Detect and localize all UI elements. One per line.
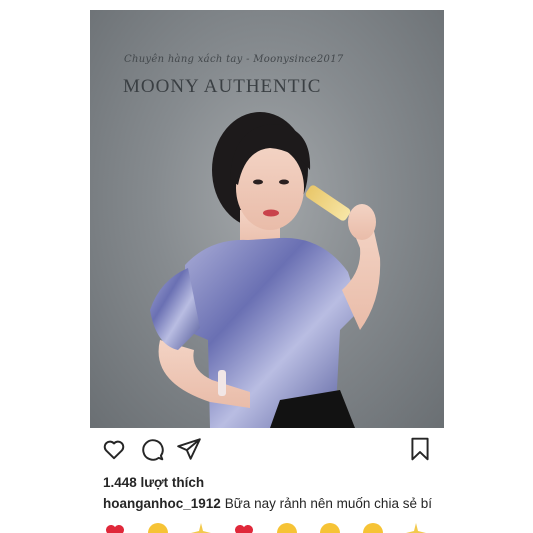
smiley-emoji-icon[interactable] bbox=[362, 522, 384, 533]
post-actions bbox=[0, 436, 533, 466]
emoji-quick-reactions bbox=[0, 522, 533, 533]
post-photo bbox=[150, 112, 381, 428]
watermark-brand: MOONY AUTHENTIC bbox=[123, 76, 322, 97]
smiley-emoji-icon[interactable] bbox=[276, 522, 298, 533]
smiley-emoji-icon[interactable] bbox=[147, 522, 169, 533]
watermark-tagline: Chuyên hàng xách tay - Moonysince2017 bbox=[124, 54, 344, 65]
comment-icon[interactable] bbox=[139, 436, 167, 464]
caption-username[interactable]: hoanganhoc_1912 bbox=[103, 496, 221, 511]
heart-icon[interactable] bbox=[101, 436, 129, 464]
post-caption: hoanganhoc_1912 Bữa nay rảnh nên muốn chi… bbox=[103, 496, 443, 511]
caption-text: Bữa nay rảnh nên muốn chia sẻ bí bbox=[224, 496, 432, 511]
like-count[interactable]: 1.448 lượt thích bbox=[103, 475, 204, 490]
post-image[interactable]: Chuyên hàng xách tay - Moonysince2017 MO… bbox=[90, 10, 444, 428]
sparkle-emoji-icon[interactable] bbox=[190, 522, 212, 533]
send-icon[interactable] bbox=[176, 436, 204, 464]
smiley-emoji-icon[interactable] bbox=[319, 522, 341, 533]
heart-emoji-icon[interactable] bbox=[233, 522, 255, 533]
sparkle-emoji-icon[interactable] bbox=[405, 522, 427, 533]
bookmark-icon[interactable] bbox=[407, 436, 435, 464]
heart-emoji-icon[interactable] bbox=[104, 522, 126, 533]
